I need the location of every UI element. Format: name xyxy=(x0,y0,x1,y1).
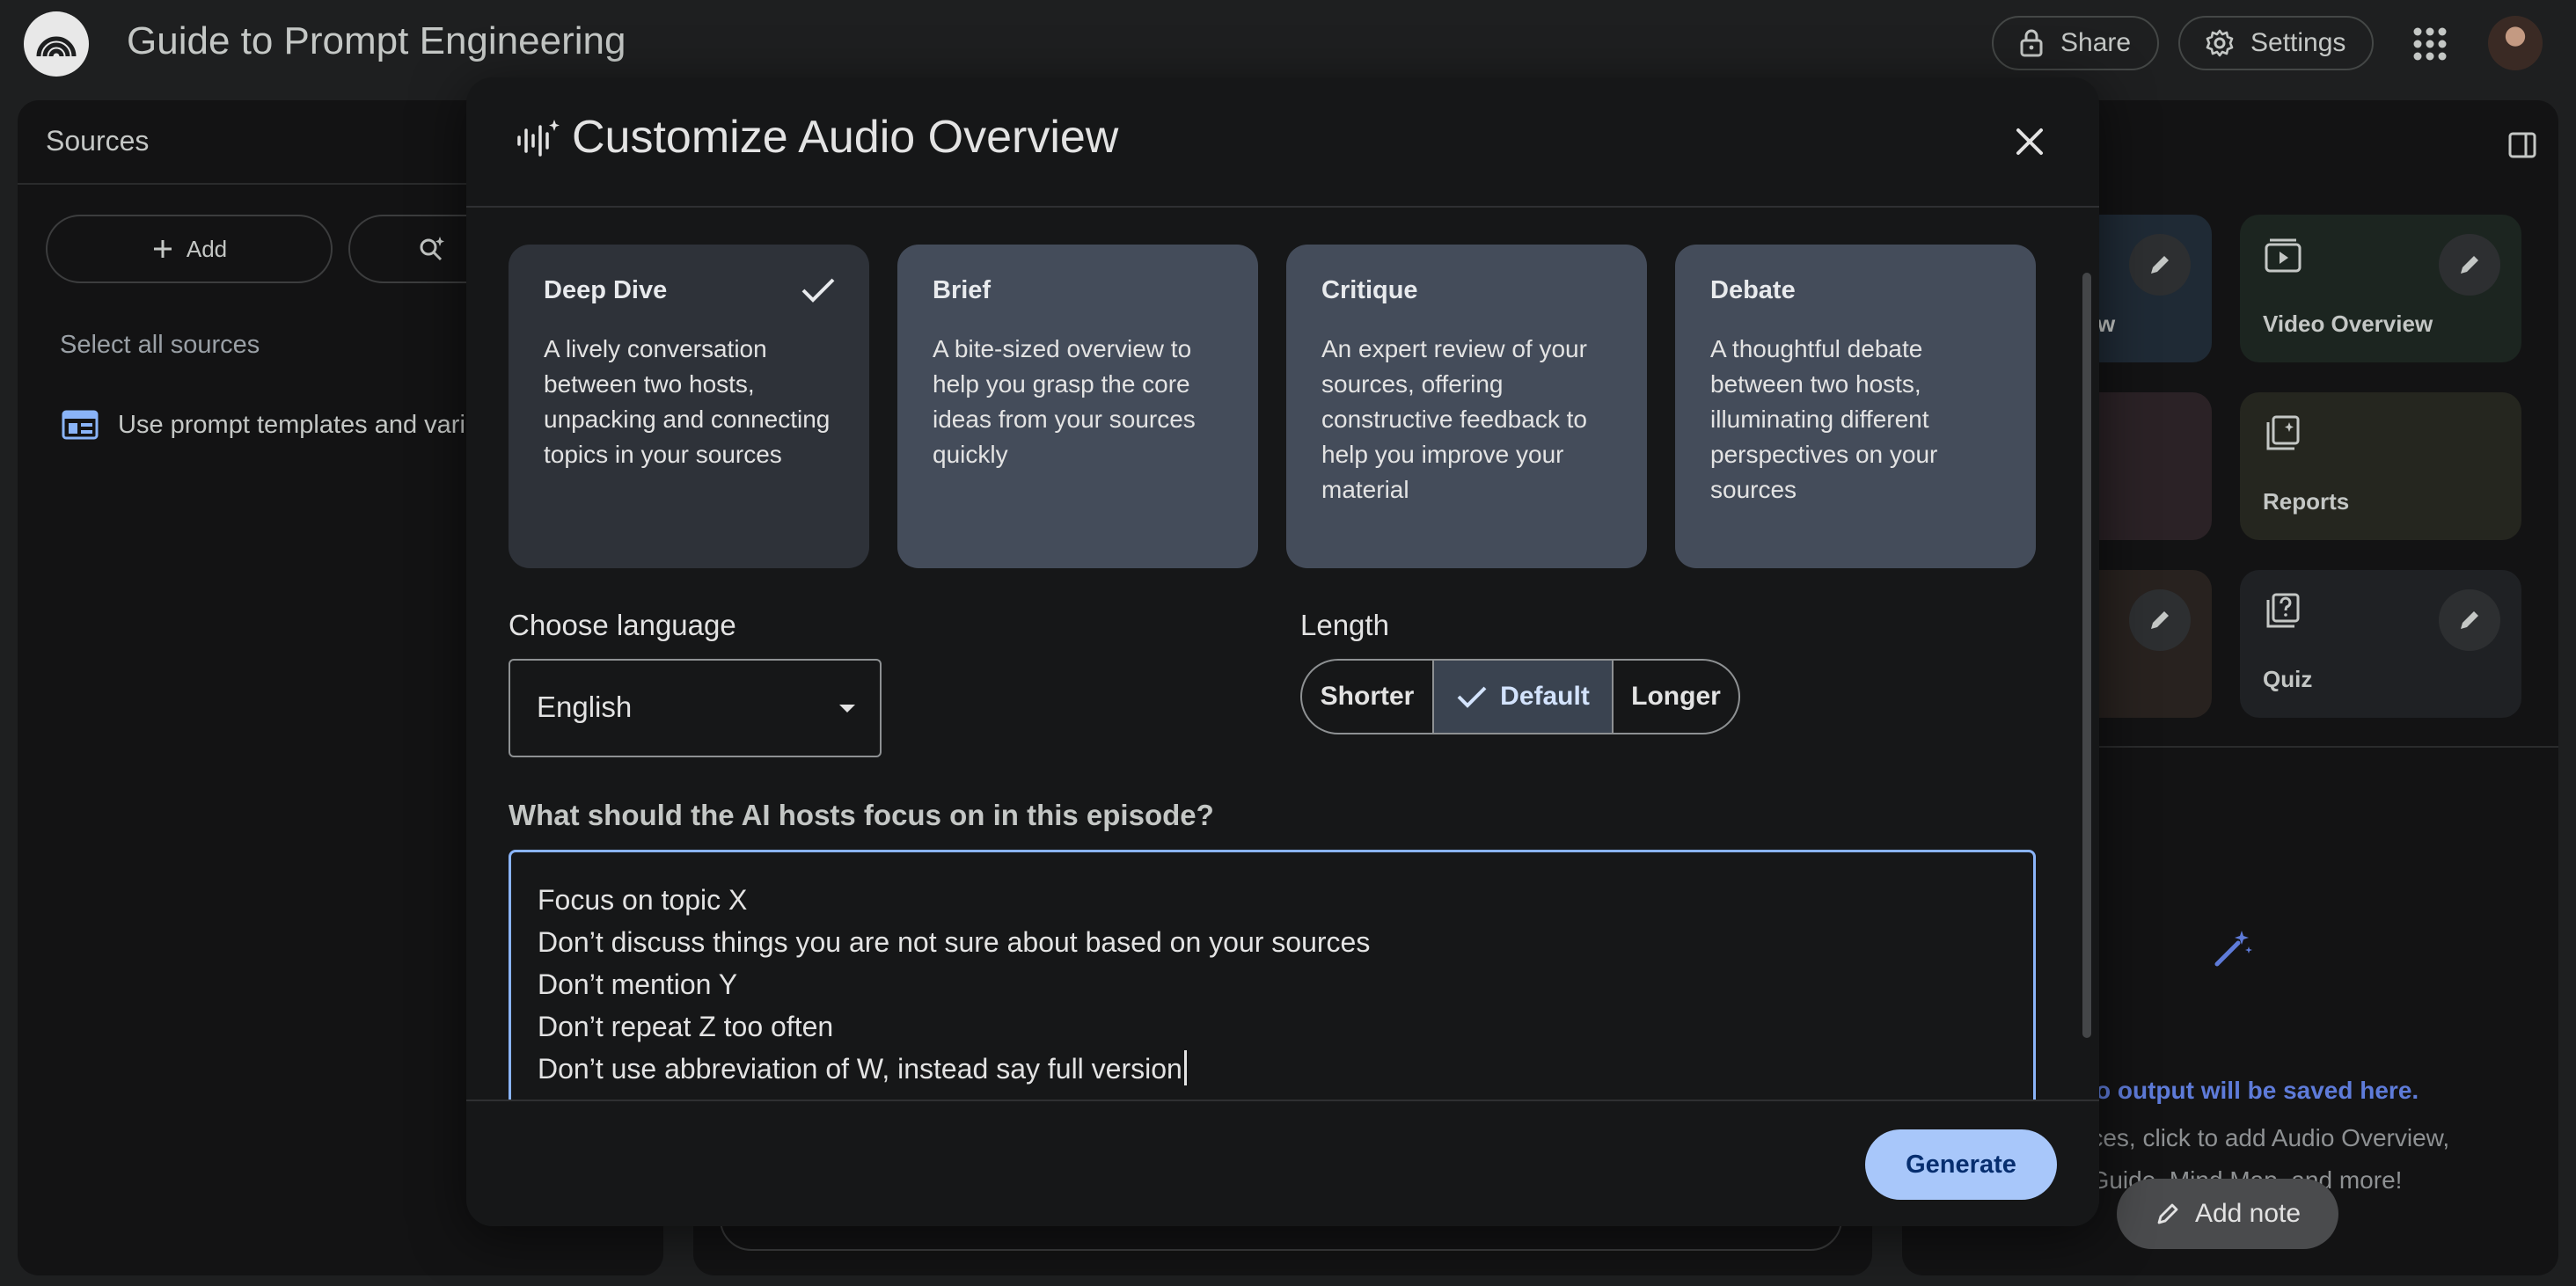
format-name: Brief xyxy=(933,276,992,304)
close-icon[interactable] xyxy=(2008,120,2052,164)
focus-line: Don’t discuss things you are not sure ab… xyxy=(538,926,1371,958)
pencil-icon xyxy=(2155,1201,2181,1227)
generate-label: Generate xyxy=(1906,1150,2016,1179)
dialog-footer xyxy=(466,1101,2099,1226)
length-option-label: Longer xyxy=(1631,682,1721,711)
video-overview-label: Video Overview xyxy=(2263,311,2433,337)
reports-icon xyxy=(2263,413,2303,454)
empty-state-title: o output will be saved here. xyxy=(2096,1077,2419,1104)
divider xyxy=(466,206,2099,208)
focus-line: Don’t repeat Z too often xyxy=(538,1011,834,1042)
focus-label: What should the AI hosts focus on in thi… xyxy=(509,799,1214,831)
share-label: Share xyxy=(2060,28,2132,57)
format-card-deep-dive[interactable]: Deep Dive A lively conversation between … xyxy=(509,245,869,568)
source-doc-icon xyxy=(62,410,99,440)
focus-line: Don’t mention Y xyxy=(538,968,738,1000)
focus-text: Focus on topic X Don’t discuss things you… xyxy=(538,879,1370,1090)
source-item-label: Use prompt templates and varia xyxy=(118,410,480,439)
text-caret xyxy=(1183,1050,1187,1085)
search-sparkle-icon xyxy=(417,234,447,264)
language-label: Choose language xyxy=(509,609,736,641)
user-avatar[interactable] xyxy=(2488,16,2543,70)
length-segmented-control: Shorter Default Longer xyxy=(1300,659,1740,734)
focus-line: Focus on topic X xyxy=(538,884,748,916)
audio-overview-label: w xyxy=(2097,311,2116,337)
add-note-button[interactable]: Add note xyxy=(2117,1179,2338,1249)
select-all-sources-label[interactable]: Select all sources xyxy=(60,331,260,360)
format-description: An expert review of your sources, offeri… xyxy=(1321,335,1587,503)
quiz-tile[interactable]: Quiz xyxy=(2240,570,2521,718)
length-option-longer[interactable]: Longer xyxy=(1614,661,1738,733)
dialog-title: Customize Audio Overview xyxy=(572,112,1119,163)
quiz-label: Quiz xyxy=(2263,666,2313,692)
add-note-label: Add note xyxy=(2194,1199,2302,1228)
edit-icon[interactable] xyxy=(2129,234,2191,296)
sources-title: Sources xyxy=(46,125,150,157)
edit-icon[interactable] xyxy=(2129,589,2191,651)
language-value: English xyxy=(537,690,633,723)
generate-button[interactable]: Generate xyxy=(1865,1129,2057,1200)
apps-grid-icon[interactable] xyxy=(2412,26,2448,62)
dialog-scrollbar[interactable] xyxy=(2082,273,2091,1038)
edit-icon[interactable] xyxy=(2439,589,2500,651)
reports-tile[interactable]: Reports xyxy=(2240,392,2521,540)
audio-sparkle-icon xyxy=(516,118,561,164)
format-description: A lively conversation between two hosts,… xyxy=(544,335,831,468)
checkmark-icon xyxy=(1456,684,1488,709)
plus-icon xyxy=(151,237,174,260)
length-option-label: Shorter xyxy=(1320,682,1415,711)
focus-line: Don’t use abbreviation of W, instead say… xyxy=(538,1053,1182,1085)
length-option-shorter[interactable]: Shorter xyxy=(1302,661,1434,733)
focus-textarea[interactable]: Focus on topic X Don’t discuss things you… xyxy=(509,850,2036,1122)
format-name: Debate xyxy=(1710,276,1796,304)
focus-line-last: Don’t use abbreviation of W, instead say… xyxy=(538,1048,1370,1090)
checkmark-icon xyxy=(801,276,836,304)
dropdown-arrow-icon xyxy=(838,703,857,715)
reports-label: Reports xyxy=(2263,488,2350,515)
magic-wand-icon xyxy=(2212,927,2254,969)
add-source-button[interactable]: Add xyxy=(46,215,333,283)
format-description: A thoughtful debate between two hosts, i… xyxy=(1710,335,1938,503)
video-overview-tile[interactable]: Video Overview xyxy=(2240,215,2521,362)
source-item[interactable]: Use prompt templates and varia xyxy=(62,410,479,440)
length-label: Length xyxy=(1300,609,1389,641)
top-bar: Guide to Prompt Engineering Share Settin… xyxy=(0,0,2576,88)
format-card-critique[interactable]: Critique An expert review of your source… xyxy=(1286,245,1647,568)
length-option-default[interactable]: Default xyxy=(1434,661,1614,733)
add-source-label: Add xyxy=(186,235,228,262)
share-button[interactable]: Share xyxy=(1992,16,2160,70)
format-name: Critique xyxy=(1321,276,1418,304)
notebook-title[interactable]: Guide to Prompt Engineering xyxy=(127,19,626,63)
language-select[interactable]: English xyxy=(509,659,882,757)
quiz-icon xyxy=(2263,591,2303,632)
video-icon xyxy=(2263,236,2303,276)
edit-icon[interactable] xyxy=(2439,234,2500,296)
format-card-brief[interactable]: Brief A bite-sized overview to help you … xyxy=(897,245,1258,568)
collapse-panel-icon[interactable] xyxy=(2507,130,2537,160)
format-name: Deep Dive xyxy=(544,276,668,304)
customize-audio-overview-dialog: Customize Audio Overview Deep Dive A liv… xyxy=(466,77,2099,1226)
format-card-debate[interactable]: Debate A thoughtful debate between two h… xyxy=(1675,245,2036,568)
gear-icon xyxy=(2205,28,2235,58)
settings-button[interactable]: Settings xyxy=(2178,16,2375,70)
format-description: A bite-sized overview to help you grasp … xyxy=(933,335,1196,468)
settings-label: Settings xyxy=(2250,28,2346,57)
notebooklm-logo-icon[interactable] xyxy=(24,11,89,77)
lock-icon xyxy=(2018,28,2045,58)
length-option-label: Default xyxy=(1500,682,1590,711)
